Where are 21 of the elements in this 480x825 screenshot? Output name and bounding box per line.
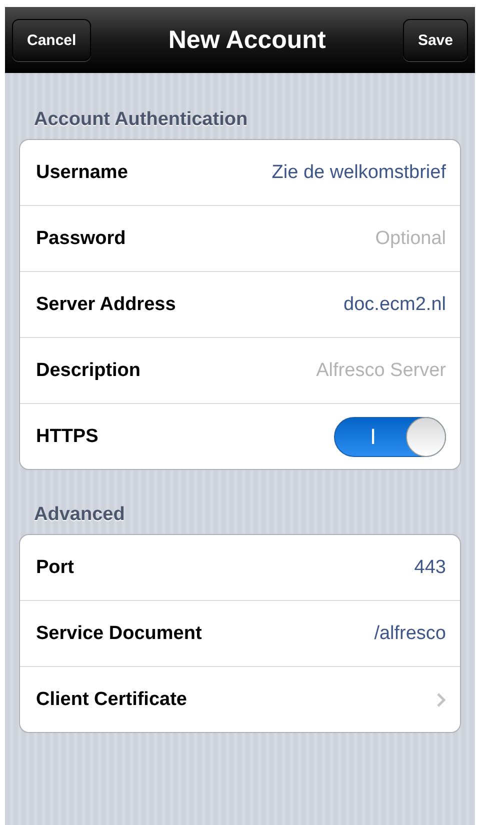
row-label: Description (36, 360, 141, 382)
row-label: Username (36, 162, 128, 184)
input-field[interactable]: 443 (206, 556, 446, 578)
toggle-switch[interactable]: I (334, 416, 446, 456)
input-field[interactable]: /alfresco (206, 622, 446, 644)
chevron-icon (436, 692, 446, 708)
input-field[interactable]: Optional (206, 228, 446, 250)
input-field[interactable]: Zie de welkomstbrief (206, 162, 446, 184)
row-label: Password (36, 228, 126, 250)
screen-title: New Account (168, 26, 326, 54)
section-header: Advanced (33, 503, 126, 527)
cancel-button[interactable]: Cancel (12, 19, 92, 61)
row-label: Port (36, 556, 74, 578)
row-label: Server Address (36, 294, 176, 316)
save-button[interactable]: Save (402, 19, 468, 61)
input-field[interactable]: doc.ecm2.nl (206, 294, 446, 316)
row-label: HTTPS (36, 426, 98, 448)
section-header: Account Authentication (33, 108, 249, 132)
row-label: Client Certificate (36, 688, 187, 710)
row-label: Service Document (36, 622, 202, 644)
input-field[interactable]: Alfresco Server (206, 360, 446, 382)
